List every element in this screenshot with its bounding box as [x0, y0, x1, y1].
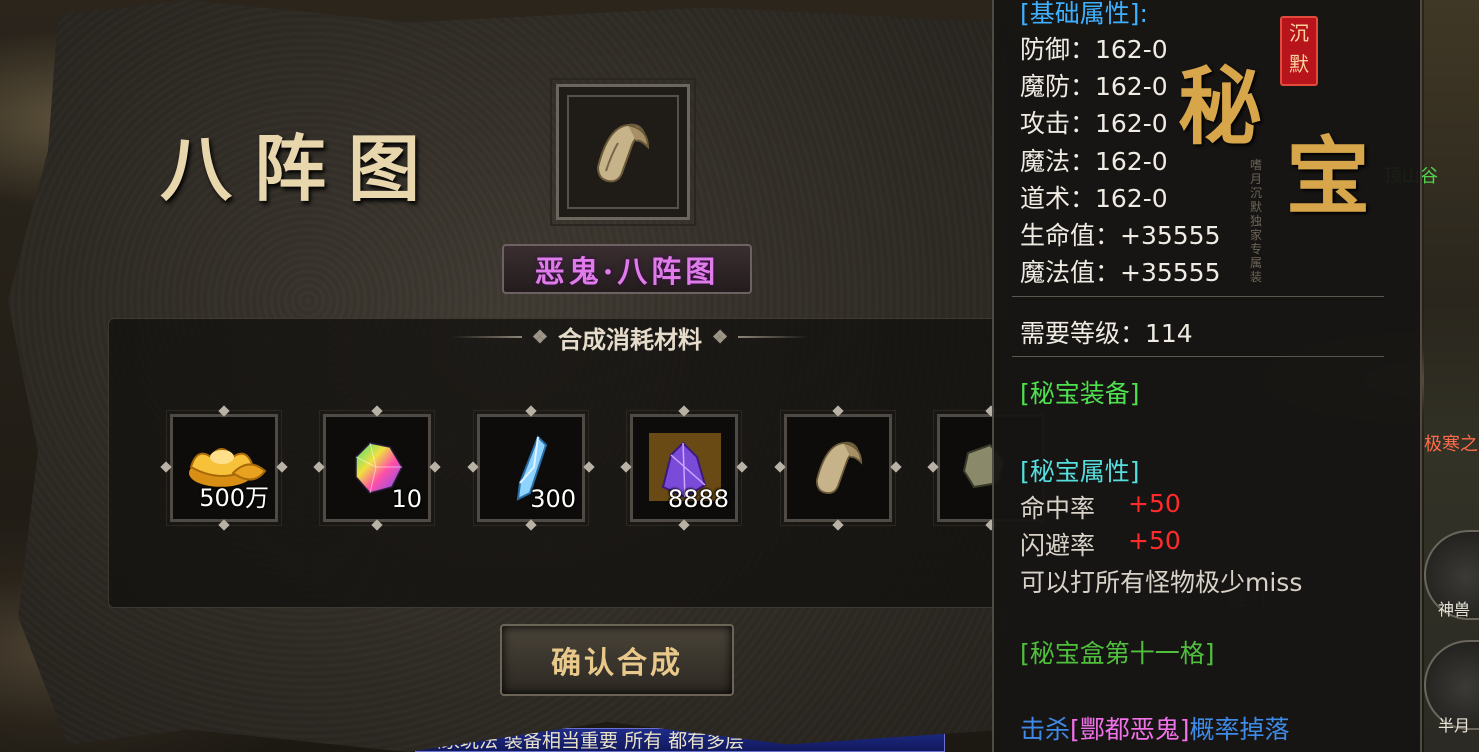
stat-line: 魔防：162-0: [1020, 72, 1168, 101]
stat-line: 防御：162-0: [1020, 35, 1168, 64]
material-qty: 8888: [667, 485, 729, 513]
shen-shou-label: 神兽: [1438, 600, 1471, 619]
material-slot[interactable]: 300: [467, 405, 595, 531]
material-slot[interactable]: 500万: [160, 405, 288, 531]
seal-char-2: 宝: [1286, 127, 1371, 226]
seal-small-text: 嗜月沉默独家专属装: [1250, 158, 1263, 284]
material-slot[interactable]: 8888: [620, 405, 748, 531]
required-level: 需要等级：114: [1020, 319, 1193, 348]
attr-name: 闪避率: [1020, 531, 1096, 560]
material-slot[interactable]: 10: [313, 405, 441, 531]
stat-line: 道术：162-0: [1020, 184, 1168, 213]
ornament-line-right: [738, 336, 809, 338]
drop-info: 击杀[酆都恶鬼]概率掉落: [1020, 710, 1290, 746]
stat-line: 魔法：162-0: [1020, 147, 1168, 176]
attr-name: 命中率: [1020, 494, 1096, 523]
material-qty: 300: [530, 485, 576, 513]
materials-title: 合成消耗材料: [558, 324, 702, 354]
scroll-icon: [815, 441, 863, 494]
drop-prefix: 击杀: [1020, 715, 1071, 744]
material-slot[interactable]: [774, 405, 902, 531]
panel-title: 八阵图: [160, 126, 443, 211]
slot-info: [秘宝盒第十一格]: [1020, 639, 1215, 668]
scroll-icon: [596, 123, 650, 183]
result-item-slot[interactable]: [550, 78, 696, 226]
materials-title-row: ❖ 合成消耗材料 ❖: [430, 320, 830, 354]
ban-yue-label: 半月: [1438, 716, 1471, 735]
ornament-left-icon: ❖: [531, 326, 548, 348]
basic-attr-header: [基础属性]:: [1020, 0, 1148, 28]
ornament-line-left: [451, 336, 522, 338]
attr-value: +50: [1128, 489, 1181, 518]
result-item-name: 恶鬼·八阵图: [502, 244, 752, 294]
equip-tag: [秘宝装备]: [1020, 379, 1140, 408]
drop-monster: [酆都恶鬼]: [1070, 715, 1190, 744]
seal-char-1: 秘: [1178, 57, 1263, 156]
boss-name-label: 极寒之: [1424, 434, 1478, 455]
attr-value: +50: [1128, 526, 1181, 555]
seal-badge: 沉默: [1280, 16, 1318, 86]
secret-attr-header: [秘宝属性]: [1020, 457, 1140, 486]
stat-line: 攻击：162-0: [1020, 109, 1168, 138]
item-seal-logo: 秘 宝 沉默 嗜月沉默独家专属装: [1178, 10, 1371, 284]
drop-suffix: 概率掉落: [1189, 715, 1290, 744]
divider: [1012, 356, 1384, 357]
divider: [1012, 296, 1384, 297]
ornament-right-icon: ❖: [712, 326, 729, 348]
material-qty: 10: [391, 485, 422, 513]
attr-note: 可以打所有怪物极少miss: [1020, 568, 1303, 597]
material-qty: 500万: [199, 484, 269, 512]
confirm-craft-button[interactable]: 确认合成: [500, 624, 734, 696]
